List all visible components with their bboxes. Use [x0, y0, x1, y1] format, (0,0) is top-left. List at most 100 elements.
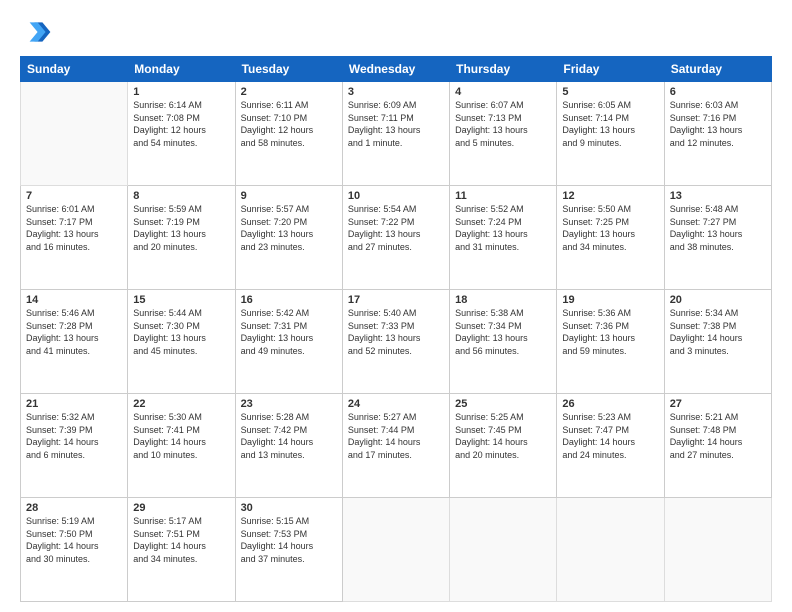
cell-content: Sunrise: 6:03 AMSunset: 7:16 PMDaylight:…	[670, 99, 766, 149]
cell-content: Sunrise: 5:34 AMSunset: 7:38 PMDaylight:…	[670, 307, 766, 357]
logo-icon	[20, 16, 52, 48]
day-number: 12	[562, 190, 658, 202]
calendar-cell: 26Sunrise: 5:23 AMSunset: 7:47 PMDayligh…	[557, 394, 664, 498]
calendar-cell: 18Sunrise: 5:38 AMSunset: 7:34 PMDayligh…	[450, 290, 557, 394]
calendar-cell: 21Sunrise: 5:32 AMSunset: 7:39 PMDayligh…	[21, 394, 128, 498]
cell-content: Sunrise: 5:52 AMSunset: 7:24 PMDaylight:…	[455, 203, 551, 253]
day-number: 19	[562, 294, 658, 306]
cell-content: Sunrise: 5:42 AMSunset: 7:31 PMDaylight:…	[241, 307, 337, 357]
day-number: 23	[241, 398, 337, 410]
day-number: 14	[26, 294, 122, 306]
day-number: 1	[133, 86, 229, 98]
day-number: 24	[348, 398, 444, 410]
cell-content: Sunrise: 5:44 AMSunset: 7:30 PMDaylight:…	[133, 307, 229, 357]
calendar-cell: 27Sunrise: 5:21 AMSunset: 7:48 PMDayligh…	[664, 394, 771, 498]
calendar-cell	[21, 82, 128, 186]
cell-content: Sunrise: 5:46 AMSunset: 7:28 PMDaylight:…	[26, 307, 122, 357]
cell-content: Sunrise: 5:15 AMSunset: 7:53 PMDaylight:…	[241, 515, 337, 565]
week-row-4: 28Sunrise: 5:19 AMSunset: 7:50 PMDayligh…	[21, 498, 772, 602]
cell-content: Sunrise: 6:11 AMSunset: 7:10 PMDaylight:…	[241, 99, 337, 149]
calendar-cell: 14Sunrise: 5:46 AMSunset: 7:28 PMDayligh…	[21, 290, 128, 394]
cell-content: Sunrise: 5:30 AMSunset: 7:41 PMDaylight:…	[133, 411, 229, 461]
calendar-cell: 19Sunrise: 5:36 AMSunset: 7:36 PMDayligh…	[557, 290, 664, 394]
week-row-2: 14Sunrise: 5:46 AMSunset: 7:28 PMDayligh…	[21, 290, 772, 394]
calendar-cell: 12Sunrise: 5:50 AMSunset: 7:25 PMDayligh…	[557, 186, 664, 290]
day-number: 10	[348, 190, 444, 202]
cell-content: Sunrise: 5:40 AMSunset: 7:33 PMDaylight:…	[348, 307, 444, 357]
cell-content: Sunrise: 6:01 AMSunset: 7:17 PMDaylight:…	[26, 203, 122, 253]
day-number: 4	[455, 86, 551, 98]
day-number: 25	[455, 398, 551, 410]
calendar-cell: 15Sunrise: 5:44 AMSunset: 7:30 PMDayligh…	[128, 290, 235, 394]
logo	[20, 16, 56, 48]
calendar-cell: 20Sunrise: 5:34 AMSunset: 7:38 PMDayligh…	[664, 290, 771, 394]
day-number: 9	[241, 190, 337, 202]
cell-content: Sunrise: 5:50 AMSunset: 7:25 PMDaylight:…	[562, 203, 658, 253]
cell-content: Sunrise: 5:38 AMSunset: 7:34 PMDaylight:…	[455, 307, 551, 357]
calendar-cell: 9Sunrise: 5:57 AMSunset: 7:20 PMDaylight…	[235, 186, 342, 290]
calendar-cell: 10Sunrise: 5:54 AMSunset: 7:22 PMDayligh…	[342, 186, 449, 290]
cell-content: Sunrise: 5:23 AMSunset: 7:47 PMDaylight:…	[562, 411, 658, 461]
day-number: 18	[455, 294, 551, 306]
calendar-cell: 16Sunrise: 5:42 AMSunset: 7:31 PMDayligh…	[235, 290, 342, 394]
day-number: 17	[348, 294, 444, 306]
day-number: 22	[133, 398, 229, 410]
day-header-thursday: Thursday	[450, 57, 557, 82]
day-number: 16	[241, 294, 337, 306]
calendar-cell: 29Sunrise: 5:17 AMSunset: 7:51 PMDayligh…	[128, 498, 235, 602]
cell-content: Sunrise: 5:36 AMSunset: 7:36 PMDaylight:…	[562, 307, 658, 357]
week-row-1: 7Sunrise: 6:01 AMSunset: 7:17 PMDaylight…	[21, 186, 772, 290]
calendar-cell: 28Sunrise: 5:19 AMSunset: 7:50 PMDayligh…	[21, 498, 128, 602]
cell-content: Sunrise: 6:07 AMSunset: 7:13 PMDaylight:…	[455, 99, 551, 149]
calendar-cell	[450, 498, 557, 602]
day-header-saturday: Saturday	[664, 57, 771, 82]
page: SundayMondayTuesdayWednesdayThursdayFrid…	[0, 0, 792, 612]
cell-content: Sunrise: 5:27 AMSunset: 7:44 PMDaylight:…	[348, 411, 444, 461]
day-header-monday: Monday	[128, 57, 235, 82]
calendar-cell: 11Sunrise: 5:52 AMSunset: 7:24 PMDayligh…	[450, 186, 557, 290]
day-header-sunday: Sunday	[21, 57, 128, 82]
calendar-cell: 6Sunrise: 6:03 AMSunset: 7:16 PMDaylight…	[664, 82, 771, 186]
day-number: 20	[670, 294, 766, 306]
cell-content: Sunrise: 6:09 AMSunset: 7:11 PMDaylight:…	[348, 99, 444, 149]
calendar-cell: 25Sunrise: 5:25 AMSunset: 7:45 PMDayligh…	[450, 394, 557, 498]
day-number: 3	[348, 86, 444, 98]
calendar-cell: 7Sunrise: 6:01 AMSunset: 7:17 PMDaylight…	[21, 186, 128, 290]
day-number: 27	[670, 398, 766, 410]
day-number: 6	[670, 86, 766, 98]
calendar-cell: 3Sunrise: 6:09 AMSunset: 7:11 PMDaylight…	[342, 82, 449, 186]
day-header-wednesday: Wednesday	[342, 57, 449, 82]
calendar-cell: 23Sunrise: 5:28 AMSunset: 7:42 PMDayligh…	[235, 394, 342, 498]
cell-content: Sunrise: 5:32 AMSunset: 7:39 PMDaylight:…	[26, 411, 122, 461]
cell-content: Sunrise: 5:59 AMSunset: 7:19 PMDaylight:…	[133, 203, 229, 253]
calendar-cell: 13Sunrise: 5:48 AMSunset: 7:27 PMDayligh…	[664, 186, 771, 290]
cell-content: Sunrise: 5:57 AMSunset: 7:20 PMDaylight:…	[241, 203, 337, 253]
cell-content: Sunrise: 5:48 AMSunset: 7:27 PMDaylight:…	[670, 203, 766, 253]
cell-content: Sunrise: 6:05 AMSunset: 7:14 PMDaylight:…	[562, 99, 658, 149]
day-number: 15	[133, 294, 229, 306]
calendar-cell: 30Sunrise: 5:15 AMSunset: 7:53 PMDayligh…	[235, 498, 342, 602]
day-number: 5	[562, 86, 658, 98]
day-header-friday: Friday	[557, 57, 664, 82]
calendar-cell: 1Sunrise: 6:14 AMSunset: 7:08 PMDaylight…	[128, 82, 235, 186]
cell-content: Sunrise: 5:19 AMSunset: 7:50 PMDaylight:…	[26, 515, 122, 565]
calendar-cell: 2Sunrise: 6:11 AMSunset: 7:10 PMDaylight…	[235, 82, 342, 186]
day-number: 13	[670, 190, 766, 202]
cell-content: Sunrise: 5:25 AMSunset: 7:45 PMDaylight:…	[455, 411, 551, 461]
calendar-cell: 22Sunrise: 5:30 AMSunset: 7:41 PMDayligh…	[128, 394, 235, 498]
calendar-cell	[664, 498, 771, 602]
day-number: 8	[133, 190, 229, 202]
cell-content: Sunrise: 6:14 AMSunset: 7:08 PMDaylight:…	[133, 99, 229, 149]
calendar-table: SundayMondayTuesdayWednesdayThursdayFrid…	[20, 56, 772, 602]
calendar-cell: 17Sunrise: 5:40 AMSunset: 7:33 PMDayligh…	[342, 290, 449, 394]
day-number: 26	[562, 398, 658, 410]
calendar-cell: 4Sunrise: 6:07 AMSunset: 7:13 PMDaylight…	[450, 82, 557, 186]
cell-content: Sunrise: 5:21 AMSunset: 7:48 PMDaylight:…	[670, 411, 766, 461]
day-number: 7	[26, 190, 122, 202]
calendar-cell	[342, 498, 449, 602]
day-number: 29	[133, 502, 229, 514]
calendar-cell: 8Sunrise: 5:59 AMSunset: 7:19 PMDaylight…	[128, 186, 235, 290]
calendar-cell	[557, 498, 664, 602]
day-header-tuesday: Tuesday	[235, 57, 342, 82]
cell-content: Sunrise: 5:17 AMSunset: 7:51 PMDaylight:…	[133, 515, 229, 565]
